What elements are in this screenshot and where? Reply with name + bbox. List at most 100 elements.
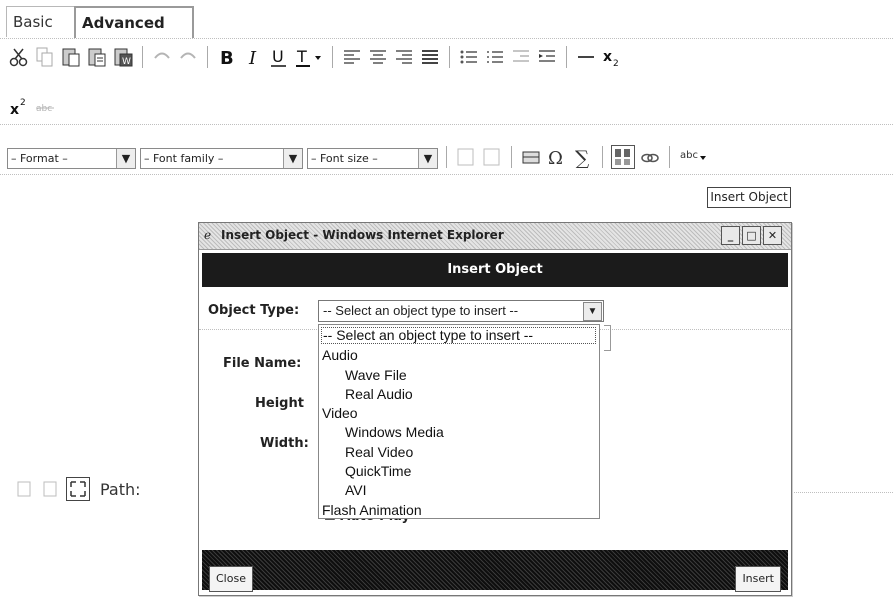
divider — [0, 38, 893, 39]
option-avi[interactable]: AVI — [319, 481, 599, 500]
insert-object-window: ℯ Insert Object - Windows Internet Explo… — [198, 222, 792, 596]
svg-text:2: 2 — [20, 98, 26, 108]
height-label: Height — [255, 396, 304, 411]
svg-text:Ω: Ω — [548, 148, 563, 168]
option-video[interactable]: Video — [319, 404, 599, 423]
toolbar-separator — [142, 46, 143, 68]
cut-icon[interactable] — [8, 46, 30, 68]
subscript-icon[interactable]: x2 — [601, 46, 623, 69]
option-quicktime[interactable]: QuickTime — [319, 462, 599, 481]
insert-object-icon[interactable] — [611, 145, 635, 169]
toolbar-row-3-icons: Ω ∑ abc — [442, 142, 712, 172]
file-name-label: File Name: — [223, 356, 302, 371]
italic-icon[interactable]: I — [242, 46, 264, 69]
file-name-input[interactable] — [604, 325, 611, 351]
svg-text:W: W — [122, 57, 131, 67]
svg-text:x: x — [10, 102, 19, 118]
svg-text:abc: abc — [680, 150, 698, 161]
svg-text:x: x — [603, 49, 612, 65]
status-path-row: Path: — [14, 474, 141, 504]
path-label: Path: — [100, 479, 141, 499]
svg-text:U: U — [272, 47, 284, 66]
object-type-select[interactable]: -- Select an object type to insert -- ▼ — [318, 300, 604, 322]
object-type-dropdown-list: -- Select an object type to insert -- Au… — [318, 324, 600, 519]
underline-icon[interactable]: U — [268, 46, 290, 68]
superscript-icon[interactable]: x2 — [8, 96, 30, 118]
close-button[interactable]: Close — [209, 566, 253, 592]
svg-text:I: I — [248, 48, 257, 68]
align-justify-icon[interactable] — [419, 46, 441, 68]
tab-advanced[interactable]: Advanced — [74, 6, 194, 38]
spellcheck-icon[interactable]: abc — [678, 146, 708, 168]
document-icon[interactable] — [40, 478, 62, 500]
width-label: Width: — [260, 436, 309, 451]
minimize-button[interactable]: _ — [721, 226, 740, 245]
option-windows-media[interactable]: Windows Media — [319, 423, 599, 442]
toolbar-separator — [207, 46, 208, 68]
special-character-icon[interactable]: Ω — [546, 146, 568, 169]
font-family-select[interactable]: – Font family – ▼ — [140, 148, 303, 169]
option-real-video[interactable]: Real Video — [319, 443, 599, 462]
outdent-icon[interactable] — [510, 46, 532, 68]
bold-icon[interactable]: B — [216, 46, 238, 69]
horizontal-rule-icon[interactable] — [575, 46, 597, 68]
chevron-down-icon: ▼ — [418, 149, 437, 168]
toolbar-separator — [449, 46, 450, 68]
font-size-select[interactable]: – Font size – ▼ — [307, 148, 438, 169]
paste-word-icon[interactable]: W — [112, 46, 134, 68]
chevron-down-icon: ▼ — [583, 302, 602, 321]
copy-icon[interactable] — [34, 46, 56, 68]
align-center-icon[interactable] — [367, 46, 389, 68]
paste-icon[interactable] — [60, 46, 82, 68]
close-window-button[interactable]: ✕ — [763, 226, 782, 245]
paste-text-icon[interactable] — [86, 46, 108, 68]
dialog-title: Insert Object — [447, 262, 543, 277]
absolute-position-icon[interactable] — [481, 146, 503, 168]
link-icon[interactable] — [639, 146, 661, 168]
insert-table-icon[interactable] — [520, 146, 542, 168]
toolbar-separator — [332, 46, 333, 68]
chevron-down-icon: ▼ — [116, 149, 135, 168]
option-select-placeholder[interactable]: -- Select an object type to insert -- — [320, 326, 597, 346]
toolbar-row-1: W B I U T x2 — [8, 42, 627, 72]
toolbar-separator — [511, 146, 512, 168]
align-right-icon[interactable] — [393, 46, 415, 68]
font-family-select-value: – Font family – — [144, 152, 224, 165]
toolbar-separator — [566, 46, 567, 68]
window-titlebar: ℯ Insert Object - Windows Internet Explo… — [199, 223, 791, 250]
strikethrough-icon[interactable]: abc — [34, 96, 56, 118]
object-type-value: -- Select an object type to insert -- — [323, 303, 519, 318]
redo-icon[interactable] — [177, 46, 199, 68]
svg-text:abc: abc — [36, 104, 52, 114]
resize-icon[interactable] — [14, 478, 36, 500]
ie-logo-icon: ℯ — [204, 228, 212, 242]
insert-button[interactable]: Insert — [735, 566, 781, 592]
numbered-list-icon[interactable] — [484, 46, 506, 68]
toolbar-separator — [669, 146, 670, 168]
svg-text:2: 2 — [613, 59, 619, 68]
tab-basic[interactable]: Basic — [6, 6, 78, 37]
maximize-button[interactable]: □ — [742, 226, 761, 245]
font-size-select-value: – Font size – — [311, 152, 378, 165]
option-real-audio[interactable]: Real Audio — [319, 385, 599, 404]
text-color-icon[interactable]: T — [294, 46, 324, 68]
chevron-down-icon: ▼ — [283, 149, 302, 168]
svg-text:∑: ∑ — [575, 146, 590, 168]
math-sum-icon[interactable]: ∑ — [572, 146, 594, 170]
window-title: Insert Object - Windows Internet Explore… — [221, 228, 504, 242]
option-wave-file[interactable]: Wave File — [319, 366, 599, 385]
insert-object-tooltip: Insert Object — [707, 187, 791, 208]
format-select[interactable]: – Format – ▼ — [7, 148, 136, 169]
dialog-footer: Close Insert — [202, 550, 788, 592]
indent-icon[interactable] — [536, 46, 558, 68]
fullscreen-icon[interactable] — [66, 477, 90, 501]
editor-tabs: Basic Advanced — [4, 6, 194, 38]
undo-icon[interactable] — [151, 46, 173, 68]
svg-text:B: B — [220, 48, 234, 68]
toolbar-separator — [446, 146, 447, 168]
align-left-icon[interactable] — [341, 46, 363, 68]
bullet-list-icon[interactable] — [458, 46, 480, 68]
option-flash-animation[interactable]: Flash Animation — [319, 501, 599, 520]
option-audio[interactable]: Audio — [319, 346, 599, 365]
insert-layer-icon[interactable] — [455, 146, 477, 168]
